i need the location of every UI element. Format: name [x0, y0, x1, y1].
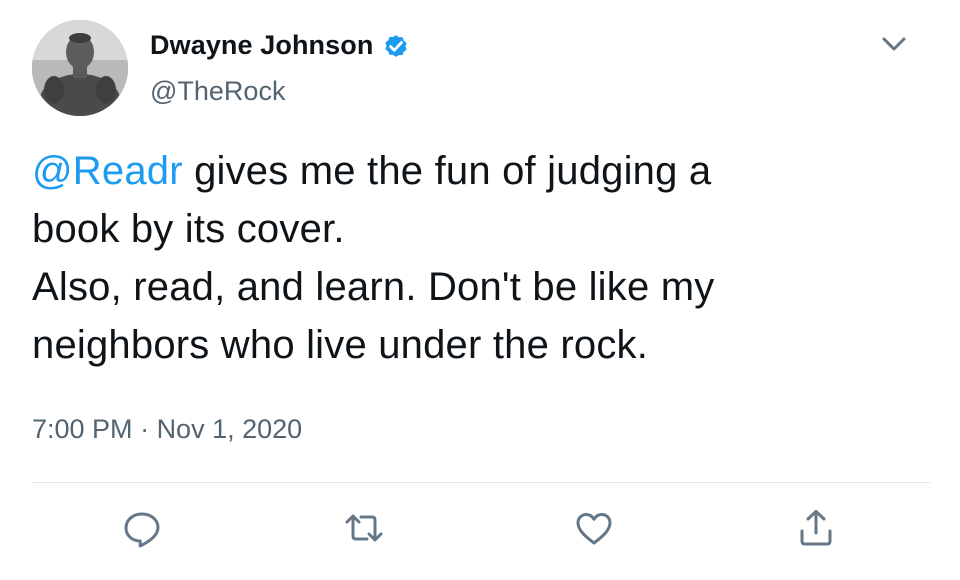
- tweet-date: Nov 1, 2020: [156, 414, 303, 444]
- tweet-line-2: book by its cover.: [32, 207, 345, 251]
- timestamp-separator: ·: [132, 414, 157, 444]
- like-button[interactable]: [572, 506, 616, 550]
- share-icon: [800, 510, 832, 546]
- author-display-name[interactable]: Dwayne Johnson: [150, 30, 373, 61]
- reply-icon: [124, 512, 160, 548]
- heart-icon: [576, 513, 612, 545]
- reply-button[interactable]: [120, 506, 164, 550]
- chevron-down-icon: [882, 37, 906, 51]
- author-name-row: Dwayne Johnson: [150, 30, 411, 61]
- tweet-line-1-text: gives me the fun of judging a: [182, 149, 712, 193]
- verified-badge-icon: [385, 34, 408, 57]
- retweet-button[interactable]: [342, 506, 386, 550]
- share-button[interactable]: [794, 506, 838, 550]
- more-options-button[interactable]: [876, 30, 912, 60]
- tweet-line-4: neighbors who live under the rock.: [32, 323, 649, 367]
- avatar-photo: [32, 20, 128, 116]
- tweet-time: 7:00 PM: [32, 414, 133, 444]
- divider: [32, 482, 930, 483]
- tweet-text: @Readr gives me the fun of judging a boo…: [32, 142, 912, 374]
- mention-link[interactable]: @Readr: [32, 149, 183, 193]
- retweet-icon: [345, 514, 383, 542]
- tweet-line-3: Also, read, and learn. Don't be like my: [32, 265, 715, 309]
- tweet-line-1: @Readr gives me the fun of judging a: [32, 142, 912, 200]
- tweet-timestamp[interactable]: 7:00 PM · Nov 1, 2020: [32, 414, 302, 445]
- author-handle[interactable]: @TheRock: [150, 76, 285, 107]
- avatar[interactable]: [32, 20, 128, 116]
